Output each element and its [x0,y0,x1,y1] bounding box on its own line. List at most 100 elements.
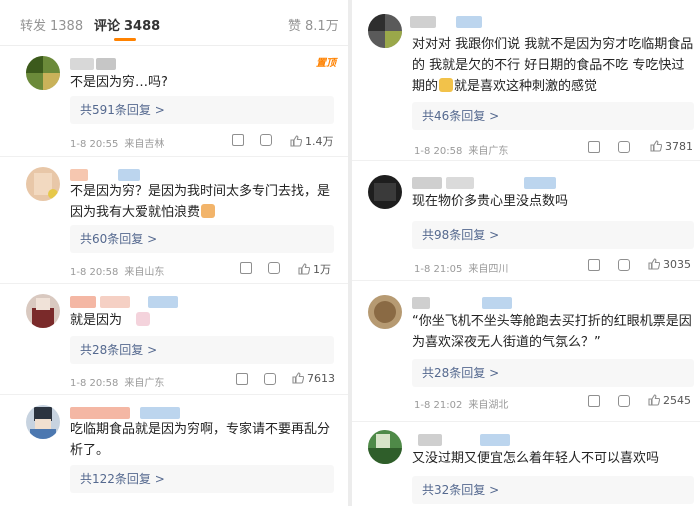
share-icon[interactable] [588,141,600,153]
username-blurred-part [446,177,474,189]
username-blurred[interactable] [70,407,130,419]
avatar[interactable] [368,295,402,329]
comment-text: “你坐飞机不坐头等舱跑去买打折的红眼机票是因为喜欢深夜无人街道的气氛么？” [412,314,692,350]
username-blurred[interactable] [70,169,88,181]
avatar[interactable] [368,14,402,48]
reply-icon[interactable] [618,259,630,271]
avatar[interactable] [26,56,60,90]
comment-time: 1-8 20:58 [70,267,119,278]
username-blurred-part [480,434,510,446]
comment-text-content: 不是因为穷？是因为我时间太多专门去找，是因为我有大爱就怕浪费 [70,184,331,220]
username-blurred[interactable] [418,434,442,446]
share-icon[interactable] [232,134,244,146]
username-blurred[interactable] [410,16,436,28]
thumbs-up-icon [650,140,662,152]
active-tab-indicator [114,38,136,41]
comment-location: 来自山东 [124,267,165,278]
emoji-icon [439,78,454,92]
share-icon[interactable] [588,395,600,407]
comment-time: 1-8 21:02 [414,400,463,411]
reply-icon[interactable] [268,262,280,274]
comment-item: 就是因为 共28条回复 > 1-8 20:58 来自广东 7613 [0,284,348,394]
like-button[interactable]: 2545 [648,394,691,407]
comment-time: 1-8 20:58 [70,378,119,389]
username-blurred[interactable] [412,177,442,189]
tab-comments[interactable]: 评论 3488 [94,15,160,34]
reply-icon[interactable] [264,373,276,385]
comment-item: 吃临期食品就是因为穷啊，专家请不要再乱分析了。 共122条回复 > [0,395,348,506]
like-button[interactable]: 3035 [648,258,691,271]
tab-comments-label: 评论 [94,19,121,34]
like-count: 3781 [665,140,693,153]
like-button[interactable]: 3781 [650,140,693,153]
username-blurred-part [100,296,130,308]
view-replies-link[interactable]: 共98条回复 > [412,221,694,249]
comment-actions: 7613 [236,372,342,387]
comment-text: 吃临期食品就是因为穷啊，专家请不要再乱分析了。 [70,422,331,458]
pinned-badge: 置顶 [316,58,336,69]
comment-text: 不是因为穷？是因为我时间太多专门去找，是因为我有大爱就怕浪费 [70,181,340,223]
comment-item: 又没过期又便宜怎么着年轻人不可以喜欢吗 共32条回复 > [352,422,700,506]
like-count: 3035 [663,258,691,271]
username-blurred[interactable] [412,297,430,309]
view-replies-link[interactable]: 共32条回复 > [412,476,694,504]
view-replies-link[interactable]: 共28条回复 > [70,336,334,364]
view-replies-link[interactable]: 共28条回复 > [412,359,694,387]
username-blurred-part [96,58,116,70]
view-replies-link[interactable]: 共46条回复 > [412,102,694,130]
tab-repost[interactable]: 转发 1388 [20,15,83,34]
thumbs-up-icon [298,263,310,275]
comment-item: 不是因为穷？是因为我时间太多专门去找，是因为我有大爱就怕浪费 共60条回复 > … [0,157,348,283]
emoji-icon [201,204,216,218]
like-button[interactable]: 1.4万 [290,133,334,149]
like-button[interactable]: 1万 [298,261,331,277]
view-replies-link[interactable]: 共591条回复 > [70,96,334,124]
username-blurred-part [140,407,180,419]
comment-location: 来自吉林 [124,139,165,150]
avatar[interactable] [26,294,60,328]
tab-repost-count: 1388 [50,19,84,34]
share-icon[interactable] [236,373,248,385]
comment-time: 1-8 20:58 [414,146,463,157]
username-blurred-part [456,16,482,28]
tab-likes[interactable]: 赞 8.1万 [288,15,339,34]
comment-item: “你坐飞机不坐头等舱跑去买打折的红眼机票是因为喜欢深夜无人街道的气氛么？” 共2… [352,281,700,421]
like-button[interactable]: 7613 [292,372,335,385]
comment-item: 对对对 我跟你们说 我就不是因为穷才吃临期食品的 我就是欠的不行 好日期的食品不… [352,0,700,157]
username-blurred[interactable] [70,296,96,308]
comment-text: 就是因为 [70,310,340,331]
like-count: 7613 [307,372,335,385]
like-count: 2545 [663,394,691,407]
reply-icon[interactable] [618,141,630,153]
tab-likes-label: 赞 [288,19,302,34]
avatar[interactable] [26,167,60,201]
comment-time: 1-8 20:55 [70,139,119,150]
username-blurred-part [524,177,556,189]
share-icon[interactable] [240,262,252,274]
comment-text: 对对对 我跟你们说 我就不是因为穷才吃临期食品的 我就是欠的不行 好日期的食品不… [412,34,694,97]
view-replies-link[interactable]: 共60条回复 > [70,225,334,253]
reply-icon[interactable] [260,134,272,146]
reply-icon[interactable] [618,395,630,407]
comment-location: 来自广东 [124,378,165,389]
username-blurred[interactable] [70,58,94,70]
left-screenshot-panel: 转发 1388 评论 3488 赞 8.1万 置顶 不是因为穷…吗? 共591条回复 … [0,0,348,506]
comment-actions: 2545 [588,394,698,409]
avatar[interactable] [368,175,402,209]
tab-likes-count: 8.1万 [305,19,339,34]
comment-text: 又没过期又便宜怎么着年轻人不可以喜欢吗 [412,451,660,466]
share-icon[interactable] [588,259,600,271]
view-replies-link[interactable]: 共122条回复 > [70,465,334,493]
right-screenshot-panel: 对对对 我跟你们说 我就不是因为穷才吃临期食品的 我就是欠的不行 好日期的食品不… [352,0,700,506]
comment-location: 来自四川 [468,264,509,275]
emoji-icon [136,312,151,326]
comment-time: 1-8 21:05 [414,264,463,275]
thumbs-up-icon [290,135,302,147]
avatar[interactable] [26,405,60,439]
avatar[interactable] [368,430,402,464]
comment-meta: 1-8 21:05 来自四川 [414,260,508,275]
comment-location: 来自湖北 [468,400,509,411]
like-count: 1.4万 [305,135,334,148]
comment-meta: 1-8 20:55 来自吉林 [70,135,164,150]
comment-meta: 1-8 20:58 来自广东 [70,374,164,389]
